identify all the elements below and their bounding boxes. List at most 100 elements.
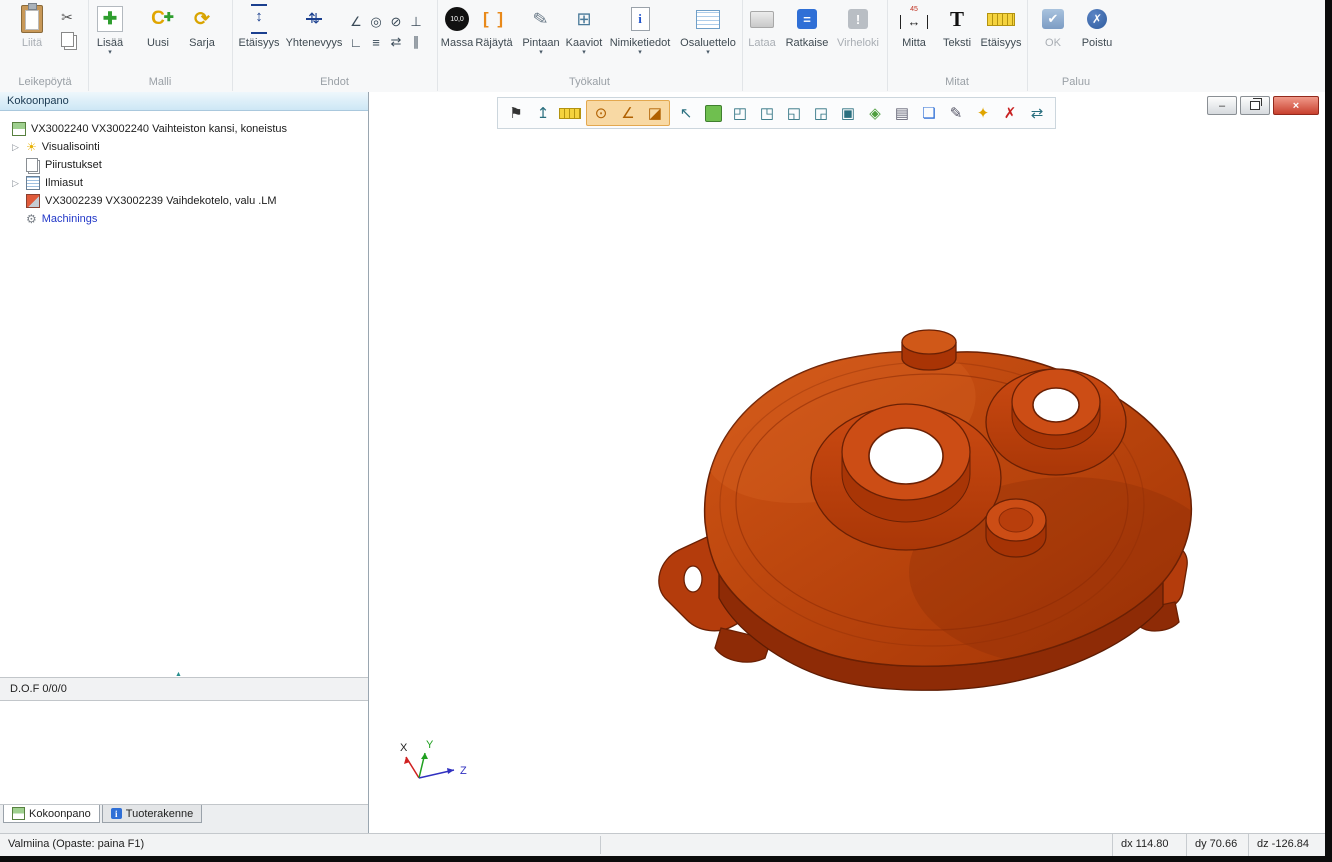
solve-icon: = [797, 9, 817, 29]
solve-button[interactable]: = Ratkaise [784, 3, 830, 49]
panel-tabs: Kokoonpano i Tuoterakenne [0, 804, 368, 824]
status-message: Valmiina (Opaste: paina F1) [8, 834, 144, 855]
3d-model-gearbox-cover[interactable] [369, 92, 1325, 833]
tree-item-drawings[interactable]: Piirustukset [0, 156, 368, 174]
to-surface-icon: ✎ [532, 7, 551, 30]
chevron-down-icon: ▾ [562, 49, 606, 57]
coincidence-icon: ⇅ [306, 6, 322, 32]
tree-item-root[interactable]: VX3002240 VX3002240 Vaihteiston kansi, k… [0, 120, 368, 138]
solve-label: Ratkaise [784, 37, 830, 49]
tab-assembly[interactable]: Kokoonpano [3, 805, 100, 823]
add-button[interactable]: ✚ Lisää ▾ [88, 3, 132, 57]
copy-icon[interactable] [58, 30, 76, 48]
to-surface-label: Pintaan [519, 37, 563, 49]
angle-constraint-icon[interactable]: ∠ [346, 12, 366, 32]
error-log-button[interactable]: ! Virheloki [832, 3, 884, 49]
item-data-button[interactable]: i Nimiketiedot ▾ [608, 3, 672, 57]
panel-title: Kokoonpano [0, 92, 368, 111]
text-icon: T [950, 7, 964, 32]
dx-readout: dx 114.80 [1112, 834, 1187, 856]
tree-item-part[interactable]: VX3002239 VX3002239 Vaihdekotelo, valu .… [0, 192, 368, 210]
add-icon: ✚ [97, 6, 123, 32]
measure-button[interactable]: 45↔ Mitta [893, 3, 935, 49]
add-label: Lisää [88, 37, 132, 49]
measure-label: Mitta [893, 37, 935, 49]
group-label: Malli [88, 76, 232, 88]
axis-y-label: Y [426, 739, 434, 751]
group-constraints: ↕ Etäisyys ⇅ Yhtenevyys ∠ ◎ ⊘ ⊥ ∟ ≡ ⇄ ∥ … [232, 0, 438, 91]
parts-list-button[interactable]: Osaluettelo ▾ [678, 3, 738, 57]
exit-button[interactable]: ✗ Poistu [1075, 3, 1119, 49]
group-label: Paluu [1027, 76, 1125, 88]
ok-button[interactable]: ✔ OK [1033, 3, 1073, 49]
explode-button[interactable]: [ ] Räjäytä [472, 3, 516, 49]
explode-icon: [ ] [483, 9, 505, 29]
tree-item-machinings[interactable]: ⚙ Machinings [0, 210, 368, 228]
tree-item-appearances[interactable]: ▷ Ilmiasut [0, 174, 368, 192]
distance-measure-button[interactable]: Etäisyys [979, 3, 1023, 49]
parts-list-label: Osaluettelo [678, 37, 738, 49]
cut-icon[interactable]: ✂ [58, 8, 76, 26]
tree-item-label: Piirustukset [45, 159, 102, 171]
chevron-down-icon: ▾ [519, 49, 563, 57]
load-button[interactable]: Lataa [742, 3, 782, 49]
parallel-constraint-icon[interactable]: ∥ [406, 32, 426, 52]
chevron-down-icon: ▾ [88, 49, 132, 57]
tangent-constraint-icon[interactable]: ⊘ [386, 12, 406, 32]
status-bar: Valmiina (Opaste: paina F1) dx 114.80 dy… [0, 833, 1325, 856]
ok-icon: ✔ [1042, 9, 1064, 29]
tree-item-label: Machinings [42, 213, 98, 225]
measure-icon: 45↔ [900, 7, 928, 31]
chevron-down-icon: ▾ [678, 49, 738, 57]
tree-item-visualization[interactable]: ▷ ☀ Visualisointi [0, 138, 368, 156]
application-window: Liitä ✂ Leikepöytä ✚ Lisää ▾ C✚ Uusi ⟳ S… [0, 0, 1325, 855]
diagrams-icon: ⊞ [576, 9, 591, 30]
tab-label: Kokoonpano [29, 808, 91, 820]
group-solve: Lataa = Ratkaise ! Virheloki [742, 0, 888, 91]
mass-button[interactable]: 10,0 Massa [439, 3, 475, 49]
distance-icon: ↕ [251, 4, 267, 34]
equal-constraint-icon[interactable]: ≡ [366, 32, 386, 52]
error-log-icon: ! [848, 9, 868, 29]
axis-x-label: X [400, 742, 408, 754]
exit-icon: ✗ [1087, 9, 1107, 29]
paste-button[interactable]: Liitä [10, 3, 54, 49]
group-dimensions: 45↔ Mitta T Teksti Etäisyys Mitat [887, 0, 1028, 91]
item-data-icon: i [631, 7, 650, 31]
ribbon: Liitä ✂ Leikepöytä ✚ Lisää ▾ C✚ Uusi ⟳ S… [0, 0, 1325, 93]
diagrams-button[interactable]: ⊞ Kaaviot ▾ [562, 3, 606, 57]
load-label: Lataa [742, 37, 782, 49]
swap-constraint-icon[interactable]: ⇄ [386, 32, 406, 52]
new-button[interactable]: C✚ Uusi [138, 3, 178, 49]
axis-triad: X Y Z [396, 735, 486, 795]
info-icon: i [111, 808, 122, 819]
dof-status: D.O.F 0/0/0 [0, 677, 368, 701]
group-label: Ehdot [232, 76, 437, 88]
tree-item-label: Visualisointi [42, 141, 100, 153]
group-label: Työkalut [437, 76, 742, 88]
expander-icon[interactable]: ▷ [12, 178, 26, 189]
tab-label: Tuoterakenne [126, 808, 193, 820]
3d-viewport[interactable]: ⚑ ↥ ⊙ ∠ ◪ ↖ ◰ ◳ ◱ ◲ ▣ ◈ ▤ ❏ ✎ ✦ ✗ ⇄ – [369, 92, 1325, 833]
corner-constraint-icon[interactable]: ∟ [346, 32, 366, 52]
group-return: ✔ OK ✗ Poistu Paluu [1027, 0, 1125, 91]
new-icon: C✚ [151, 8, 165, 30]
part-icon [26, 194, 40, 208]
mass-icon: 10,0 [445, 7, 469, 31]
coincidence-label: Yhtenevyys [284, 37, 344, 49]
text-label: Teksti [937, 37, 977, 49]
expander-icon[interactable]: ▷ [12, 142, 26, 153]
item-data-label: Nimiketiedot [608, 37, 672, 49]
coincidence-button[interactable]: ⇅ Yhtenevyys [284, 3, 344, 49]
perpendicular-constraint-icon[interactable]: ⊥ [406, 12, 426, 32]
assembly-panel: Kokoonpano VX3002240 VX3002240 Vaihteist… [0, 92, 369, 833]
diagrams-label: Kaaviot [562, 37, 606, 49]
series-icon: ⟳ [194, 8, 210, 31]
series-button[interactable]: ⟳ Sarja [182, 3, 222, 49]
to-surface-button[interactable]: ✎ Pintaan ▾ [519, 3, 563, 57]
concentric-constraint-icon[interactable]: ◎ [366, 12, 386, 32]
distance-constraint-button[interactable]: ↕ Etäisyys [234, 3, 284, 49]
tab-product-structure[interactable]: i Tuoterakenne [102, 805, 202, 823]
parts-list-icon [696, 10, 720, 29]
text-button[interactable]: T Teksti [937, 3, 977, 49]
